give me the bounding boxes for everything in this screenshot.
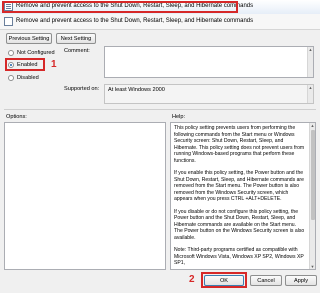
scroll-down-icon[interactable]: ▼ (310, 264, 315, 269)
radio-circle[interactable] (8, 50, 14, 56)
radio-circle[interactable] (8, 75, 14, 81)
help-paragraph: This policy setting prevents users from … (174, 125, 305, 164)
help-paragraph: Note: Third-party programs certified as … (174, 247, 304, 266)
radio-label: Not Configured (17, 50, 55, 56)
supported-on-field: At least Windows 2000 ▲ (104, 84, 314, 104)
supported-on-label: Supported on: (64, 86, 100, 92)
supported-on-value: At least Windows 2000 (108, 87, 165, 93)
help-label: Help: (172, 114, 186, 120)
help-panel: This policy setting prevents users from … (170, 122, 316, 270)
help-paragraph: If you enable this policy setting, the P… (174, 170, 304, 202)
scroll-up-icon[interactable]: ▲ (308, 85, 313, 90)
setting-icon (4, 17, 13, 26)
scroll-up-icon[interactable]: ▲ (308, 47, 313, 52)
comment-label: Comment: (64, 48, 90, 54)
scroll-up-icon[interactable]: ▲ (310, 123, 315, 128)
divider (4, 109, 316, 110)
step-1-marker: 1 (51, 59, 57, 70)
setting-title: Remove and prevent access to the Shut Do… (16, 18, 254, 24)
ok-button[interactable]: OK (204, 275, 244, 286)
supported-scrollbar[interactable]: ▲ (307, 85, 313, 103)
next-setting-button[interactable]: Next Setting (56, 33, 96, 44)
comment-scrollbar[interactable]: ▲ (307, 47, 313, 77)
previous-setting-button[interactable]: Previous Setting (6, 33, 52, 44)
scroll-thumb[interactable] (311, 130, 315, 220)
enabled-highlight-box (5, 58, 45, 71)
help-paragraph: If you disable or do not configure this … (174, 208, 305, 241)
cancel-button[interactable]: Cancel (250, 275, 282, 286)
comment-textarea[interactable]: ▲ (104, 46, 314, 78)
title-highlight-box (2, 1, 238, 13)
radio-disabled[interactable]: Disabled (8, 75, 39, 81)
help-scrollbar[interactable]: ▲ ▼ (309, 123, 315, 269)
radio-not-configured[interactable]: Not Configured (8, 50, 55, 56)
apply-button[interactable]: Apply (285, 275, 317, 286)
options-label: Options: (6, 114, 27, 120)
radio-label: Disabled (17, 75, 39, 81)
step-2-marker: 2 (189, 274, 195, 285)
options-panel (4, 122, 166, 270)
